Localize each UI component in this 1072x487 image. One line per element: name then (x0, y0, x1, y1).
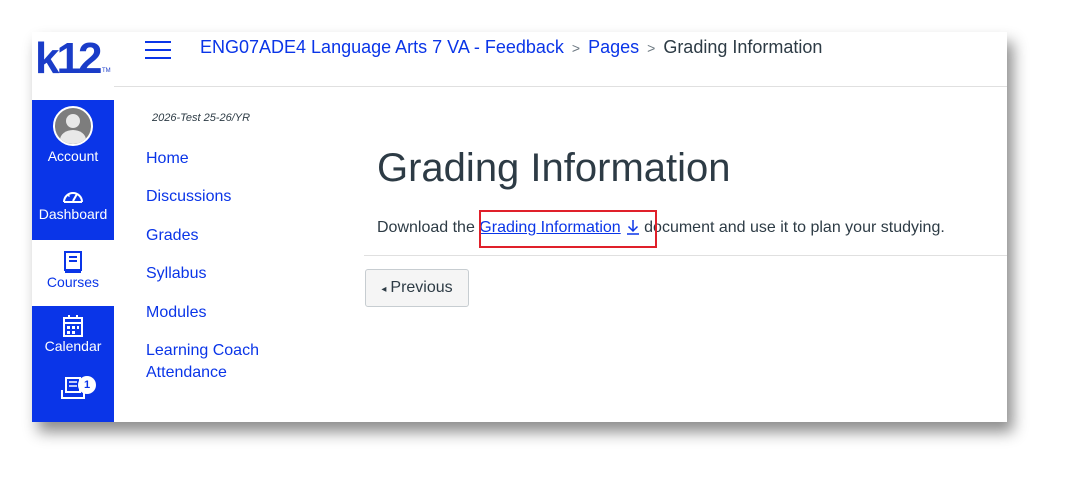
previous-label: Previous (390, 279, 453, 296)
global-nav-label: Courses (46, 274, 100, 290)
course-nav-modules[interactable]: Modules (146, 304, 206, 322)
body-text-after: document and use it to plan your studyin… (639, 219, 945, 236)
course-nav-discussions[interactable]: Discussions (146, 188, 231, 206)
breadcrumb-course[interactable]: ENG07ADE4 Language Arts 7 VA - Feedback (200, 37, 564, 57)
global-nav-inbox[interactable]: 1 (32, 372, 114, 412)
breadcrumb-current: Grading Information (663, 37, 823, 57)
global-nav-label: Account (47, 148, 99, 164)
global-nav-courses[interactable]: Courses (32, 240, 114, 306)
global-navigation: Account Dashboard Courses Calendar 1 (32, 100, 114, 422)
calendar-icon (32, 314, 114, 338)
course-nav-learning-coach[interactable]: Learning Coach (146, 342, 259, 360)
breadcrumb: ENG07ADE4 Language Arts 7 VA - Feedback >… (200, 37, 822, 58)
chevron-right-icon: > (647, 40, 656, 56)
app-window: k12 TM Account Dashboard Courses Calenda… (32, 32, 1007, 422)
hamburger-menu-icon[interactable] (145, 41, 171, 63)
avatar-icon (53, 106, 93, 146)
logo-trademark: TM (102, 68, 111, 74)
page-body-text: Download the Grading Information documen… (377, 219, 945, 240)
global-nav-calendar[interactable]: Calendar (32, 314, 114, 354)
inbox-icon (32, 372, 114, 402)
course-nav-syllabus[interactable]: Syllabus (146, 265, 206, 283)
global-nav-label: Dashboard (38, 206, 108, 222)
content-divider (364, 255, 1007, 256)
global-nav-account[interactable]: Account (32, 106, 114, 164)
top-header: ENG07ADE4 Language Arts 7 VA - Feedback >… (114, 32, 1007, 87)
chevron-right-icon: > (571, 40, 581, 56)
course-term: 2026-Test 25-26/YR (152, 112, 251, 124)
previous-button[interactable]: ◂ Previous (365, 269, 469, 307)
book-icon (32, 250, 114, 274)
dashboard-icon (32, 186, 114, 206)
body-text-before: Download the (377, 219, 480, 236)
highlight-box (479, 210, 657, 248)
course-nav-grades[interactable]: Grades (146, 227, 198, 245)
course-nav-home[interactable]: Home (146, 150, 189, 168)
logo-text: k12 (35, 34, 102, 83)
k12-logo[interactable]: k12 TM (32, 32, 114, 100)
notification-badge: 1 (78, 376, 96, 394)
page-title: Grading Information (377, 146, 731, 190)
triangle-left-icon: ◂ (381, 284, 387, 295)
course-nav-attendance[interactable]: Attendance (146, 364, 227, 382)
breadcrumb-pages[interactable]: Pages (588, 37, 639, 57)
global-nav-dashboard[interactable]: Dashboard (32, 186, 114, 222)
global-nav-label: Calendar (44, 338, 102, 354)
